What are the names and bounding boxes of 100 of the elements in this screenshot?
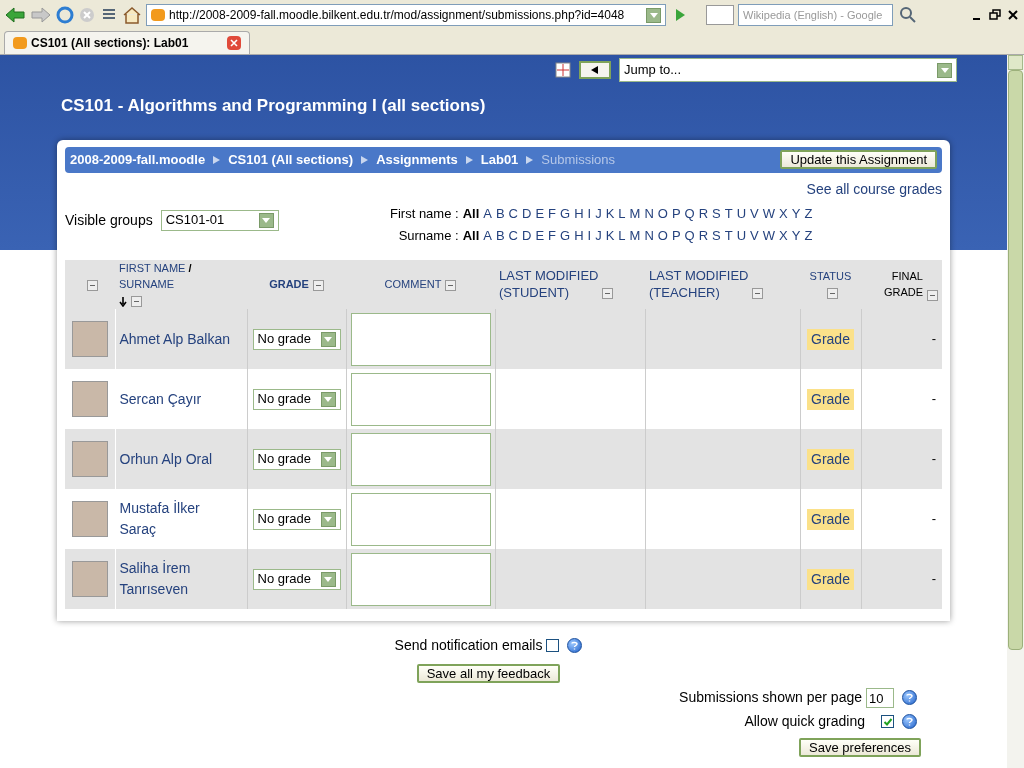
letter-filter-link[interactable]: Y xyxy=(791,226,801,246)
letter-filter-link[interactable]: B xyxy=(495,226,505,246)
collapse-icon[interactable] xyxy=(312,279,324,291)
letter-filter-link[interactable]: L xyxy=(618,226,626,246)
student-name-link[interactable]: Orhun Alp Oral xyxy=(119,448,240,470)
student-name-link[interactable]: Ahmet Alp Balkan xyxy=(119,328,240,350)
comment-field[interactable] xyxy=(350,372,491,426)
help-icon[interactable] xyxy=(902,714,917,729)
help-icon[interactable] xyxy=(567,638,583,653)
sort-arrow-icon[interactable] xyxy=(119,296,127,307)
breadcrumb-link[interactable]: 2008-2009-fall.moodle xyxy=(70,149,206,170)
letter-filter-link[interactable]: U xyxy=(736,203,747,223)
grade-select[interactable]: No grade xyxy=(252,568,341,590)
letter-filter-link[interactable]: I xyxy=(587,226,592,246)
letter-filter-link[interactable]: Q xyxy=(684,203,695,223)
name-column-header[interactable]: FIRST NAME / SURNAME xyxy=(119,259,243,293)
comment-field[interactable] xyxy=(350,312,491,366)
checkbox[interactable] xyxy=(546,639,560,652)
letter-filter-link[interactable]: P xyxy=(671,226,681,246)
letter-filter-link[interactable]: K xyxy=(605,203,615,223)
last-modified-student-header[interactable]: LAST MODIFIED (STUDENT) xyxy=(499,267,599,302)
letter-filter-link[interactable]: C xyxy=(508,203,518,223)
letter-filter-link[interactable]: F xyxy=(548,203,556,223)
collapse-icon[interactable] xyxy=(827,287,838,299)
letter-filter-link[interactable]: W xyxy=(762,203,776,223)
collapse-icon[interactable] xyxy=(752,288,764,300)
scrollbar[interactable] xyxy=(1007,55,1024,768)
comment-column-header[interactable]: COMMENT xyxy=(384,278,442,290)
letter-filter-link[interactable]: X xyxy=(779,226,788,246)
grade-link[interactable]: Grade xyxy=(807,568,854,590)
grade-link[interactable]: Grade xyxy=(807,388,854,410)
letter-filter-link[interactable]: All xyxy=(462,203,480,223)
letter-filter-link[interactable]: J xyxy=(595,203,602,223)
status-column-header[interactable]: STATUS xyxy=(809,269,852,282)
student-name-link[interactable]: Mustafa İlker Saraç xyxy=(119,498,240,540)
comment-field[interactable] xyxy=(350,432,491,486)
collapse-icon[interactable] xyxy=(131,296,142,308)
letter-filter-link[interactable]: H xyxy=(574,226,584,246)
comment-field[interactable] xyxy=(350,492,491,546)
letter-filter-link[interactable]: Y xyxy=(791,203,801,223)
letter-filter-link[interactable]: Z xyxy=(804,203,813,223)
breadcrumb-link[interactable]: Lab01 xyxy=(480,149,519,170)
letter-filter-link[interactable]: N xyxy=(644,226,654,246)
student-name-link[interactable]: Saliha İrem Tanrıseven xyxy=(119,558,240,600)
letter-filter-link[interactable]: D xyxy=(522,226,532,246)
address-bar[interactable]: http://2008-2009-fall.moodle.bilkent.edu.tr/mod/assignment/submissions.php?id=4048 xyxy=(146,4,666,26)
update-assignment-button[interactable]: Update this Assignment xyxy=(780,150,937,169)
comment-field[interactable] xyxy=(350,552,491,606)
refresh-icon[interactable] xyxy=(56,6,74,24)
letter-filter-link[interactable]: A xyxy=(483,203,492,223)
letter-filter-link[interactable]: T xyxy=(724,226,733,246)
grade-column-header[interactable]: GRADE xyxy=(269,278,309,290)
restore-icon[interactable] xyxy=(988,8,1002,22)
collapse-icon[interactable] xyxy=(927,289,938,301)
letter-filter-link[interactable]: K xyxy=(605,226,615,246)
letter-filter-link[interactable]: E xyxy=(535,203,545,223)
collapse-icon[interactable] xyxy=(86,279,98,291)
letter-filter-link[interactable]: M xyxy=(629,226,641,246)
letter-filter-link[interactable]: X xyxy=(779,203,788,223)
letter-filter-link[interactable]: Q xyxy=(684,226,695,246)
letter-filter-link[interactable]: All xyxy=(462,226,480,246)
letter-filter-link[interactable]: C xyxy=(508,226,518,246)
letter-filter-link[interactable]: G xyxy=(560,226,571,246)
help-icon[interactable] xyxy=(902,690,917,705)
letter-filter-link[interactable]: R xyxy=(698,203,709,223)
letter-filter-link[interactable]: B xyxy=(495,203,505,223)
letter-filter-link[interactable]: S xyxy=(712,226,721,246)
jump-to-select[interactable]: Jump to... xyxy=(619,58,957,82)
letter-filter-link[interactable]: H xyxy=(574,203,584,223)
home-icon[interactable] xyxy=(122,6,142,24)
browser-tab[interactable]: CS101 (All sections): Lab01 xyxy=(4,31,250,54)
letter-filter-link[interactable]: P xyxy=(671,203,681,223)
letter-filter-link[interactable]: O xyxy=(657,203,668,223)
letter-filter-link[interactable]: J xyxy=(595,226,602,246)
last-modified-teacher-header[interactable]: LAST MODIFIED (TEACHER) xyxy=(649,267,749,302)
grade-select[interactable]: No grade xyxy=(252,388,341,410)
letter-filter-link[interactable]: Z xyxy=(804,226,813,246)
see-grades-link[interactable]: See all course grades xyxy=(806,178,942,200)
letter-filter-link[interactable]: A xyxy=(483,226,492,246)
grade-select[interactable]: No grade xyxy=(252,328,341,350)
save-preferences-button[interactable]: Save preferences xyxy=(799,738,921,757)
grade-select[interactable]: No grade xyxy=(252,448,341,470)
grade-link[interactable]: Grade xyxy=(807,448,854,470)
close-icon[interactable] xyxy=(1006,8,1020,22)
breadcrumb-link[interactable]: Assignments xyxy=(376,149,458,170)
groups-select[interactable]: CS101-01 xyxy=(160,209,279,231)
letter-filter-link[interactable]: V xyxy=(750,226,759,246)
letter-filter-link[interactable]: D xyxy=(522,203,532,223)
letter-filter-link[interactable]: L xyxy=(618,203,626,223)
letter-filter-link[interactable]: R xyxy=(698,226,709,246)
letter-filter-link[interactable]: M xyxy=(629,203,641,223)
grade-select[interactable]: No grade xyxy=(252,508,341,530)
letter-filter-link[interactable]: N xyxy=(644,203,654,223)
letter-filter-link[interactable]: E xyxy=(535,226,545,246)
letter-filter-link[interactable]: G xyxy=(560,203,571,223)
grade-link[interactable]: Grade xyxy=(807,328,854,350)
letter-filter-link[interactable]: I xyxy=(587,203,592,223)
letter-filter-link[interactable]: S xyxy=(712,203,721,223)
collapse-icon[interactable] xyxy=(445,279,457,291)
letter-filter-link[interactable]: W xyxy=(762,226,776,246)
